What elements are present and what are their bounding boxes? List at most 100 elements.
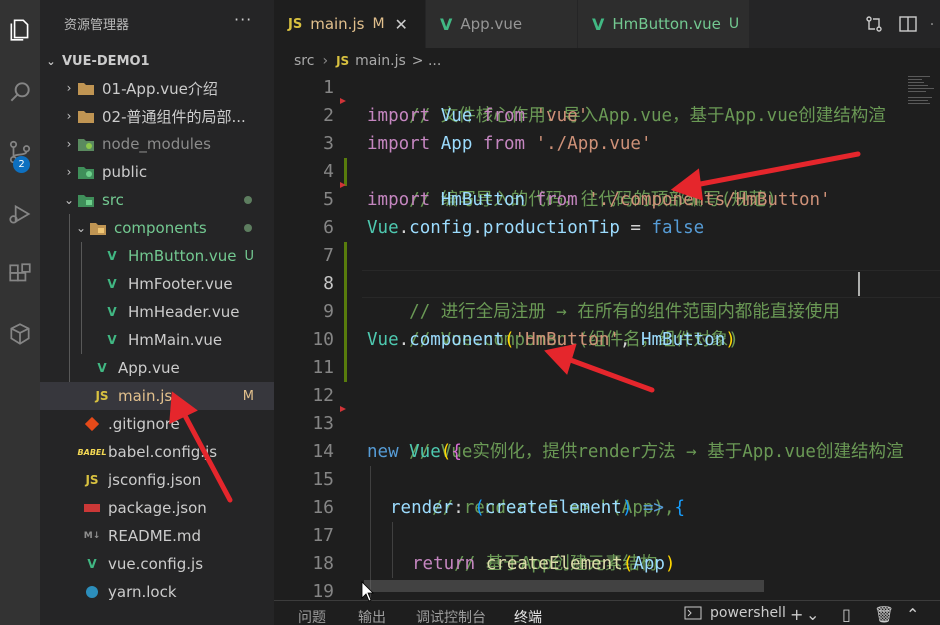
vue-file-icon: V	[107, 277, 117, 291]
code-identifier: createElement	[484, 498, 622, 518]
new-terminal-button[interactable]: +	[790, 605, 803, 624]
code-identifier: HmButton	[430, 190, 536, 210]
markdown-file-icon: M↓	[83, 531, 101, 541]
chevron-down-icon[interactable]: ⌄	[806, 605, 819, 624]
code-line: return createElement(App)	[412, 550, 675, 578]
minimap[interactable]	[906, 74, 940, 124]
breadcrumb-symbols[interactable]: > ...	[412, 53, 442, 69]
tree-item-hmbutton[interactable]: V HmButton.vue U	[40, 242, 274, 270]
breadcrumb-folder[interactable]: src	[294, 53, 314, 69]
tab-output[interactable]: 输出	[358, 607, 386, 625]
code-line: import HmButton from './components/HmBut…	[367, 186, 831, 214]
code-keyword: from	[482, 106, 526, 126]
chevron-right-icon: ›	[66, 137, 72, 151]
gutter-added-mark	[344, 242, 347, 382]
code-punct: .	[472, 218, 483, 238]
line-number: 2	[323, 105, 334, 126]
tree-item-hmheader[interactable]: V HmHeader.vue	[40, 298, 274, 326]
text-cursor	[858, 272, 860, 296]
line-number: 5	[323, 189, 334, 210]
chevron-right-icon: ›	[66, 165, 72, 179]
code-punct: .	[398, 330, 410, 350]
tab-app-vue[interactable]: V App.vue	[426, 0, 578, 48]
code-line: Vue.component('HmButton', HmButton)	[367, 326, 736, 354]
tree-item-hmfooter[interactable]: V HmFooter.vue	[40, 270, 274, 298]
line-number: 10	[312, 329, 334, 350]
code-identifier: HmButton	[640, 330, 726, 350]
tab-hmbutton-vue[interactable]: V HmButton.vue U	[578, 0, 750, 48]
tree-item-yarn-lock[interactable]: yarn.lock	[40, 578, 274, 606]
more-actions-icon[interactable]: ···	[234, 10, 252, 29]
tab-label: App.vue	[460, 15, 523, 33]
search-icon[interactable]	[0, 70, 40, 114]
chevron-right-icon: ›	[322, 53, 329, 69]
code-class: Vue	[398, 442, 441, 462]
code-operator: =	[619, 218, 652, 238]
split-editor-icon[interactable]	[896, 12, 920, 36]
code-line: import Vue from 'vue'	[367, 102, 588, 130]
explorer-icon[interactable]	[0, 8, 40, 52]
tree-item-folder-01[interactable]: › 01-App.vue介绍	[40, 74, 274, 102]
remote-explorer-icon[interactable]	[0, 312, 40, 356]
vue-file-icon: V	[97, 361, 107, 375]
tree-item-hmmain[interactable]: V HmMain.vue	[40, 326, 274, 354]
tab-problems[interactable]: 问题	[298, 607, 326, 625]
code-function: createElement	[475, 554, 623, 574]
tab-terminal[interactable]: 终端	[514, 607, 542, 625]
code-string: 'vue'	[525, 106, 589, 126]
code-identifier: App	[430, 134, 483, 154]
code-identifier: render	[390, 498, 454, 518]
code-bracket: (	[440, 442, 452, 462]
code-punct: .	[398, 218, 410, 238]
trash-icon[interactable]: 🗑	[874, 605, 894, 624]
tree-item-babel-config[interactable]: BABEL babel.config.js	[40, 438, 274, 466]
code-bracket: (	[503, 330, 515, 350]
tree-item-folder-02[interactable]: › 02-普通组件的局部...	[40, 102, 274, 130]
tree-item-node-modules[interactable]: › node_modules	[40, 130, 274, 158]
tree-item-readme[interactable]: M↓ README.md	[40, 522, 274, 550]
explorer-title: 资源管理器	[64, 18, 130, 33]
vue-file-icon: V	[440, 14, 453, 34]
horizontal-scrollbar[interactable]	[364, 580, 764, 592]
tree-item-gitignore[interactable]: .gitignore	[40, 410, 274, 438]
line-number: 9	[323, 301, 334, 322]
compare-changes-icon[interactable]	[862, 12, 886, 36]
tree-item-jsconfig[interactable]: JS jsconfig.json	[40, 466, 274, 494]
tree-item-app-vue[interactable]: V App.vue	[40, 354, 274, 382]
folder-icon	[76, 79, 96, 97]
tree-item-src[interactable]: ⌄ src	[40, 186, 274, 214]
tree-item-components[interactable]: ⌄ components	[40, 214, 274, 242]
code-comment: // Vue实例化，提供render方法 → 基于App.vue创建结构渲	[409, 442, 904, 462]
folder-icon	[76, 107, 96, 125]
tab-label: main.js	[310, 15, 365, 33]
code-operator: =>	[632, 498, 675, 518]
vue-file-icon: V	[107, 305, 117, 319]
tab-main-js[interactable]: JS main.js M ✕	[274, 0, 426, 48]
bottom-panel: 问题 输出 调试控制台 终端 powershell + ⌄ ▯ 🗑 ⌃	[274, 600, 940, 625]
code-punct: :	[453, 498, 475, 518]
extensions-icon[interactable]	[0, 252, 40, 296]
tab-debug-console[interactable]: 调试控制台	[416, 607, 486, 625]
tree-item-package-json[interactable]: package.json	[40, 494, 274, 522]
line-number: 12	[312, 385, 334, 406]
more-actions-icon[interactable]	[930, 12, 940, 36]
code-bracket: )	[621, 498, 633, 518]
js-file-icon: JS	[288, 16, 303, 32]
editor-tabs: JS main.js M ✕ V App.vue V HmButton.vue …	[274, 0, 940, 48]
code-string: './components/HmButton'	[577, 190, 831, 210]
chevron-up-icon[interactable]: ⌃	[906, 605, 919, 624]
code-line: render: (createElement) => {	[390, 494, 685, 522]
terminal-selector[interactable]: powershell	[684, 605, 786, 621]
tree-item-main-js[interactable]: JS main.js M	[40, 382, 274, 410]
run-debug-icon[interactable]	[0, 192, 40, 236]
tree-item-public[interactable]: › public	[40, 158, 274, 186]
project-root[interactable]: ⌄ VUE-DEMO1	[40, 48, 274, 74]
breadcrumb-file[interactable]: main.js	[355, 53, 406, 69]
gutter-deleted-mark	[340, 406, 346, 412]
tree-item-label: babel.config.js	[108, 443, 218, 461]
close-icon[interactable]: ✕	[395, 15, 408, 34]
tree-item-label: 02-普通组件的局部...	[102, 107, 246, 126]
split-terminal-icon[interactable]: ▯	[842, 605, 851, 624]
code-editor[interactable]: 1 2 3 4 5 6 7 8 9 10 11 12 13 14 15 16 1…	[274, 74, 940, 600]
tree-item-vue-config[interactable]: V vue.config.js	[40, 550, 274, 578]
